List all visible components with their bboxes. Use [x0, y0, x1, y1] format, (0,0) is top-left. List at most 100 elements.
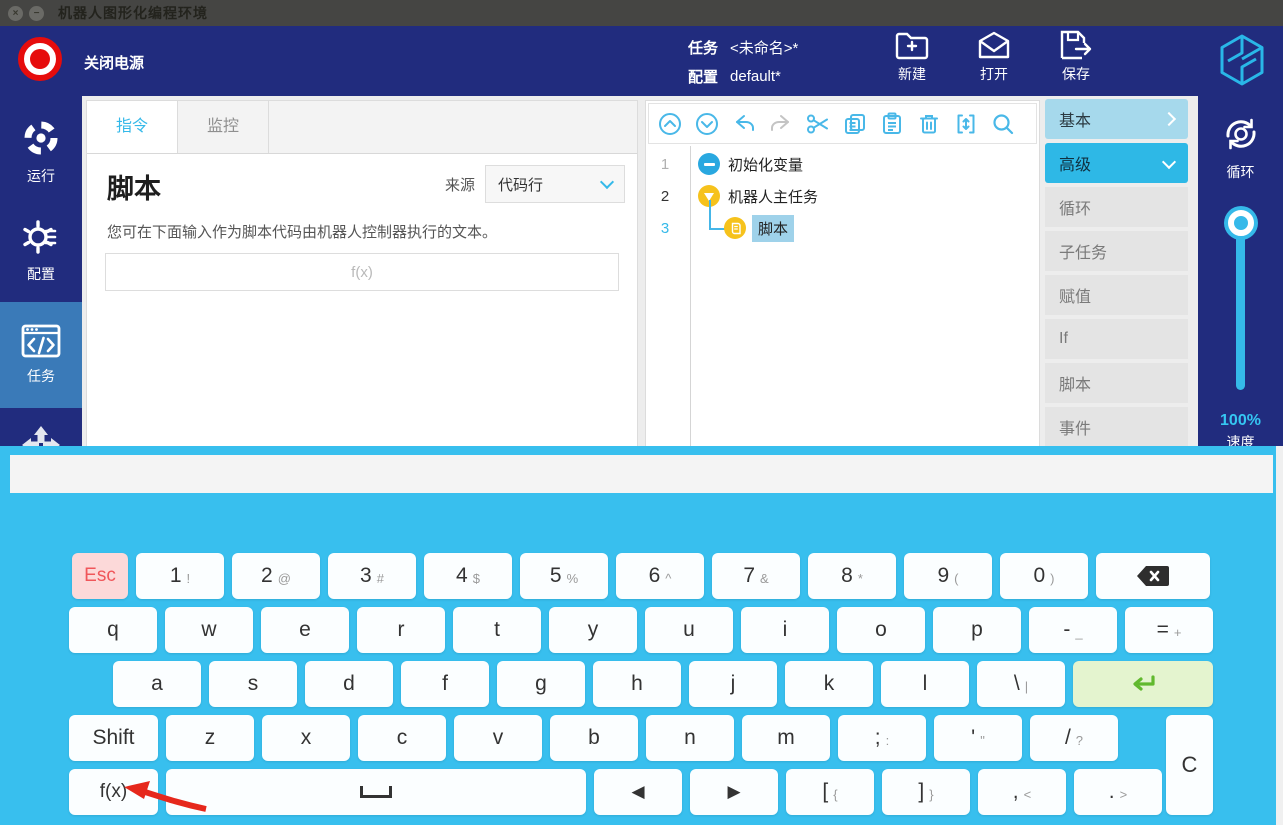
key-bracket-open[interactable]: [{: [786, 769, 874, 815]
speed-slider-handle[interactable]: [1228, 210, 1254, 236]
key-6[interactable]: 6^: [616, 553, 704, 599]
key-4[interactable]: 4$: [424, 553, 512, 599]
key-slash[interactable]: /?: [1030, 715, 1118, 761]
key-2[interactable]: 2@: [232, 553, 320, 599]
key-a[interactable]: a: [113, 661, 201, 707]
key-x[interactable]: x: [262, 715, 350, 761]
move-down-icon[interactable]: [695, 112, 719, 136]
key-y[interactable]: y: [549, 607, 637, 653]
key-h[interactable]: h: [593, 661, 681, 707]
key-w[interactable]: w: [165, 607, 253, 653]
key-minus[interactable]: -_: [1029, 607, 1117, 653]
move-up-icon[interactable]: [658, 112, 682, 136]
open-label: 打开: [980, 64, 1008, 84]
palette-item-script[interactable]: 脚本: [1045, 363, 1188, 403]
key-c[interactable]: c: [358, 715, 446, 761]
key-q[interactable]: q: [69, 607, 157, 653]
key-3[interactable]: 3#: [328, 553, 416, 599]
speed-slider-track[interactable]: [1236, 224, 1245, 390]
sidebar-item-label: 任务: [27, 366, 55, 386]
palette-group-basic[interactable]: 基本: [1045, 99, 1188, 139]
key-backspace[interactable]: [1096, 553, 1210, 599]
key-5[interactable]: 5%: [520, 553, 608, 599]
key-arrow-left[interactable]: ◀: [594, 769, 682, 815]
palette-group-advanced[interactable]: 高级: [1045, 143, 1188, 183]
minimize-icon[interactable]: −: [29, 6, 44, 21]
key-k[interactable]: k: [785, 661, 873, 707]
key-o[interactable]: o: [837, 607, 925, 653]
key-v[interactable]: v: [454, 715, 542, 761]
key-l[interactable]: l: [881, 661, 969, 707]
key-n[interactable]: n: [646, 715, 734, 761]
key-semicolon[interactable]: ;:: [838, 715, 926, 761]
key-0[interactable]: 0): [1000, 553, 1088, 599]
key-t[interactable]: t: [453, 607, 541, 653]
key-comma[interactable]: ,<: [978, 769, 1066, 815]
palette-item-subtask[interactable]: 子任务: [1045, 231, 1188, 271]
key-r[interactable]: r: [357, 607, 445, 653]
window-title: 机器人图形化编程环境: [58, 3, 208, 23]
palette-item-event[interactable]: 事件: [1045, 407, 1188, 447]
tree-row-script-selected[interactable]: 3 脚本: [648, 212, 1037, 244]
key-esc[interactable]: Esc: [72, 553, 128, 599]
key-shift[interactable]: Shift: [69, 715, 158, 761]
key-u[interactable]: u: [645, 607, 733, 653]
undo-icon[interactable]: [732, 112, 756, 136]
source-dropdown[interactable]: 代码行: [485, 165, 625, 203]
key-bracket-close[interactable]: ]}: [882, 769, 970, 815]
chevron-right-icon: [1162, 112, 1176, 126]
tree-row-robot-main-task[interactable]: 2 机器人主任务: [648, 180, 1037, 212]
key-c[interactable]: C: [1166, 715, 1213, 815]
key-m[interactable]: m: [742, 715, 830, 761]
cut-icon[interactable]: [806, 112, 830, 136]
save-button[interactable]: 保存: [1048, 30, 1104, 84]
key-period[interactable]: .>: [1074, 769, 1162, 815]
key-j[interactable]: j: [689, 661, 777, 707]
paste-icon[interactable]: [880, 112, 904, 136]
key-equals[interactable]: =+: [1125, 607, 1213, 653]
close-icon[interactable]: ×: [8, 6, 23, 21]
sidebar-item-run[interactable]: 运行: [0, 118, 82, 186]
palette-item-assign[interactable]: 赋值: [1045, 275, 1188, 315]
key-arrow-right[interactable]: ▶: [690, 769, 778, 815]
key-9[interactable]: 9(: [904, 553, 992, 599]
scroll-icon: [724, 217, 746, 239]
tab-instruction[interactable]: 指令: [87, 101, 178, 153]
open-button[interactable]: 打开: [966, 30, 1022, 84]
search-icon[interactable]: [991, 112, 1015, 136]
palette-item-if[interactable]: If: [1045, 319, 1188, 359]
key-i[interactable]: i: [741, 607, 829, 653]
key-g[interactable]: g: [497, 661, 585, 707]
key-backslash[interactable]: \|: [977, 661, 1065, 707]
key-e[interactable]: e: [261, 607, 349, 653]
key-d[interactable]: d: [305, 661, 393, 707]
code-window-icon: [21, 324, 61, 358]
save-label: 保存: [1062, 64, 1090, 84]
key-space[interactable]: [166, 769, 586, 815]
key-b[interactable]: b: [550, 715, 638, 761]
key-p[interactable]: p: [933, 607, 1021, 653]
copy-icon[interactable]: [843, 112, 867, 136]
keyboard-text-input[interactable]: [10, 455, 1273, 493]
tab-monitor[interactable]: 监控: [178, 101, 269, 153]
key-f[interactable]: f: [401, 661, 489, 707]
key-8[interactable]: 8*: [808, 553, 896, 599]
key-s[interactable]: s: [209, 661, 297, 707]
script-expression-input[interactable]: [105, 253, 619, 291]
key-quote[interactable]: '": [934, 715, 1022, 761]
power-button[interactable]: [18, 37, 62, 81]
loop-arrows-icon[interactable]: [1218, 112, 1264, 156]
palette-item-loop[interactable]: 循环: [1045, 187, 1188, 227]
new-button[interactable]: 新建: [884, 30, 940, 84]
sidebar-item-config[interactable]: 配置: [0, 218, 82, 284]
redo-icon[interactable]: [769, 112, 793, 136]
key-z[interactable]: z: [166, 715, 254, 761]
key-7[interactable]: 7&: [712, 553, 800, 599]
key-enter[interactable]: [1073, 661, 1213, 707]
insert-icon[interactable]: [954, 112, 978, 136]
tree-row-init-variables[interactable]: 1 初始化变量: [648, 148, 1037, 180]
key-1[interactable]: 1!: [136, 553, 224, 599]
delete-icon[interactable]: [917, 112, 941, 136]
brand-cube-logo: [1217, 32, 1267, 88]
sidebar-item-task[interactable]: 任务: [0, 302, 82, 408]
